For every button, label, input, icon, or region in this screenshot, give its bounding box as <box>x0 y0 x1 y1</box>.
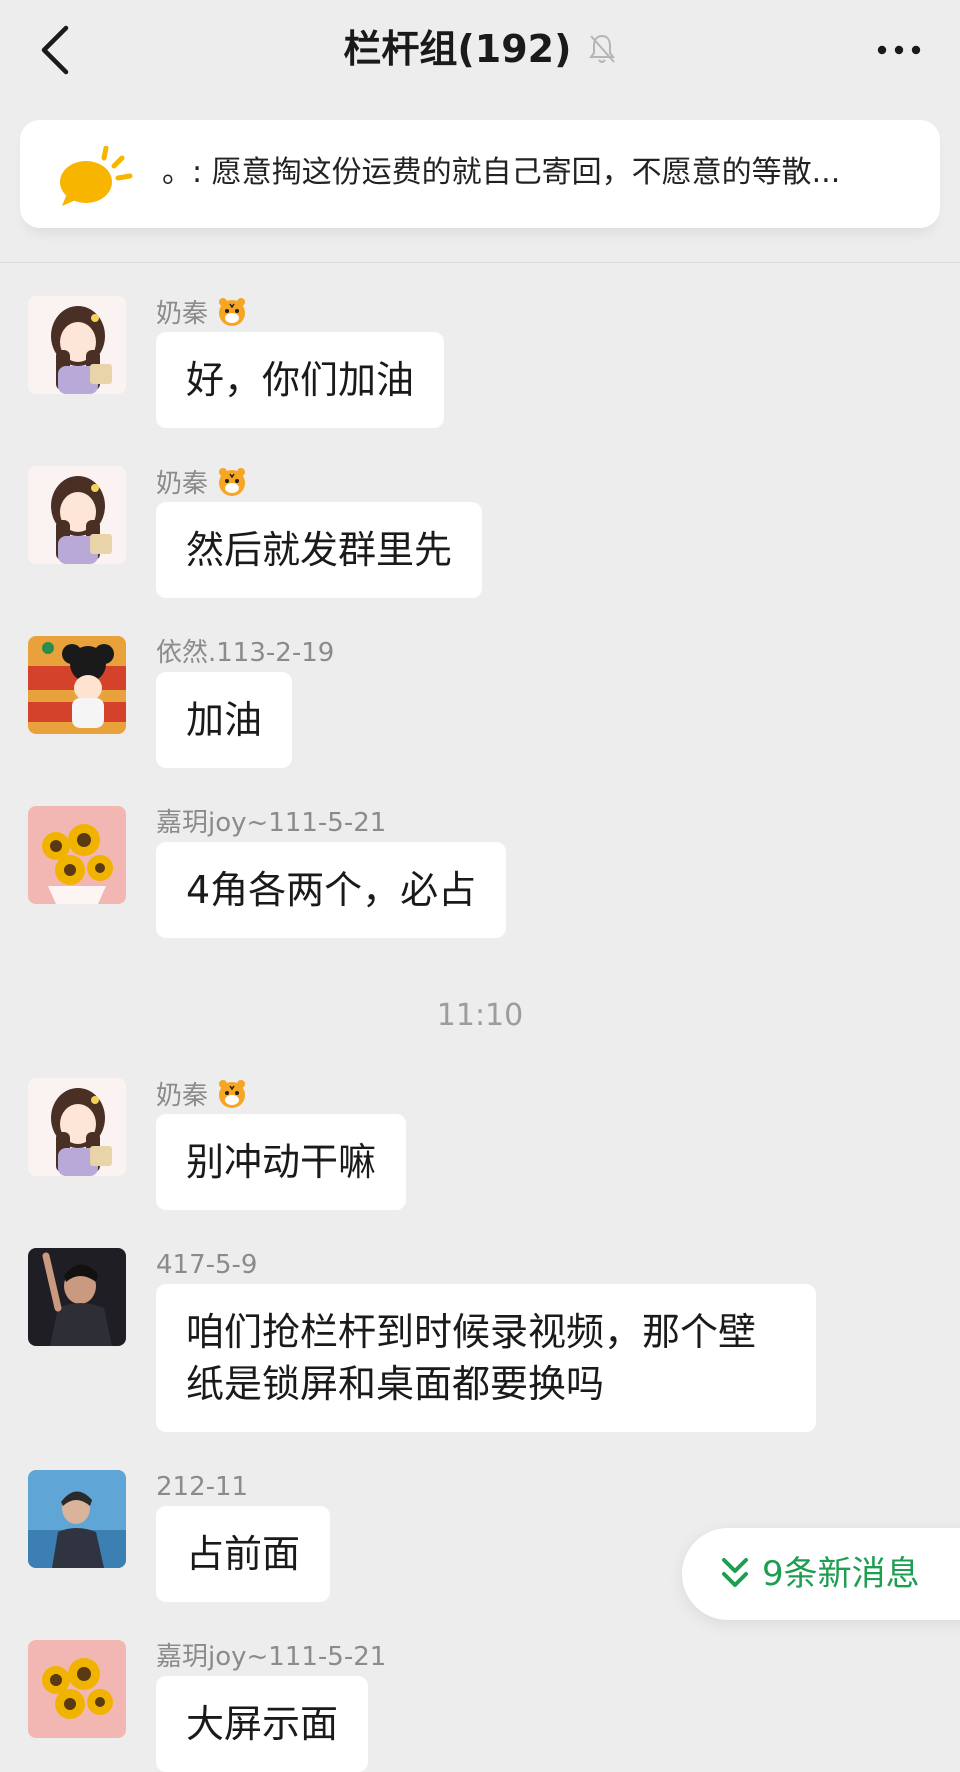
avatar[interactable] <box>28 466 126 564</box>
sender-name: 奶秦 <box>156 1078 248 1113</box>
double-chevron-down-icon <box>722 1558 748 1587</box>
sender-name: 依然.113-2-19 <box>156 638 335 668</box>
avatar[interactable] <box>28 1248 126 1346</box>
new-messages-button[interactable]: 9条新消息 <box>682 1528 960 1620</box>
new-messages-label: 9条新消息 <box>762 1554 920 1594</box>
tiger-emoji-icon <box>219 468 246 496</box>
sender-name: 417-5-9 <box>156 1250 258 1280</box>
divider <box>0 262 960 263</box>
avatar[interactable] <box>28 1640 126 1738</box>
announcement-text: 。: 愿意掏这份运费的就自己寄回，不愿意的等散... <box>162 155 841 190</box>
message-bubble[interactable]: 别冲动干嘛 <box>156 1114 407 1210</box>
avatar[interactable] <box>28 1078 126 1176</box>
title-bar: 栏杆组(192) <box>0 24 960 74</box>
sender-name: 嘉玥joy~111-5-21 <box>156 808 387 838</box>
avatar[interactable] <box>28 296 126 394</box>
message-bubble[interactable]: 大屏示面 <box>156 1676 369 1772</box>
avatar[interactable] <box>28 636 126 734</box>
sender-name: 奶秦 <box>156 466 248 501</box>
avatar[interactable] <box>28 1470 126 1568</box>
sender-name: 嘉玥joy~111-5-21 <box>156 1642 387 1672</box>
tiger-emoji-icon <box>219 1080 246 1108</box>
message-bubble[interactable]: 加油 <box>156 672 293 768</box>
tiger-emoji-icon <box>219 298 246 326</box>
avatar[interactable] <box>28 806 126 904</box>
chat-header: 栏杆组(192) <box>0 0 960 100</box>
message-bubble[interactable]: 占前面 <box>156 1506 331 1602</box>
announcement-icon <box>60 146 133 206</box>
message-bubble[interactable]: 咱们抢栏杆到时候录视频，那个壁纸是锁屏和桌面都要换吗 <box>156 1284 816 1432</box>
more-dots-icon[interactable] <box>874 30 924 70</box>
message-bubble[interactable]: 好，你们加油 <box>156 332 445 428</box>
group-announcement[interactable]: 。: 愿意掏这份运费的就自己寄回，不愿意的等散... <box>20 120 940 228</box>
chat-title: 栏杆组(192) <box>343 27 572 71</box>
bell-muted-icon <box>588 34 615 63</box>
message-bubble[interactable]: 4角各两个，必占 <box>156 842 507 938</box>
message-bubble[interactable]: 然后就发群里先 <box>156 502 483 598</box>
message-timestamp: 11:10 <box>436 998 524 1033</box>
sender-name: 奶秦 <box>156 296 248 331</box>
sender-name: 212-11 <box>156 1472 249 1502</box>
